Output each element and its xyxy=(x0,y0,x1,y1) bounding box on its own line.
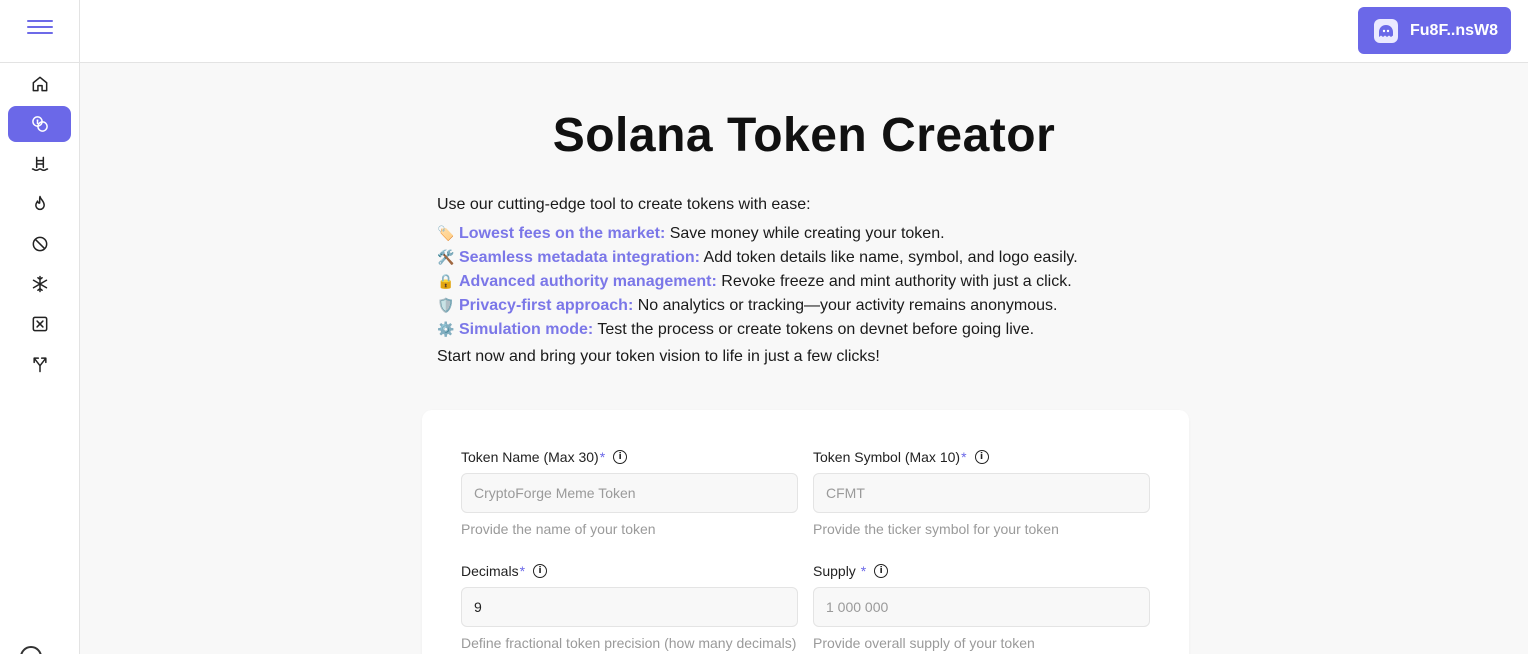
supply-input[interactable] xyxy=(813,587,1150,627)
home-icon xyxy=(32,76,47,92)
feature-item: 🛠️ Seamless metadata integration: Add tok… xyxy=(437,245,1157,269)
token-name-label: Token Name (Max 30) * i xyxy=(461,447,798,467)
feature-text: Revoke freeze and mint authority with ju… xyxy=(716,273,1072,290)
info-icon[interactable]: i xyxy=(613,450,628,464)
intro-section: Use our cutting-edge tool to create toke… xyxy=(437,193,1157,369)
feature-title: Simulation mode: xyxy=(459,321,594,338)
decimals-hint: Define fractional token precision (how m… xyxy=(461,635,797,651)
feature-item: 🏷️ Lowest fees on the market: Save money … xyxy=(437,221,1157,245)
token-name-input[interactable] xyxy=(461,473,798,513)
sidebar-item-home[interactable] xyxy=(8,66,71,102)
lock-icon: 🔒 xyxy=(437,273,455,289)
decimals-field: Decimals* i Define fractional token prec… xyxy=(461,561,798,653)
decimals-input[interactable] xyxy=(461,587,798,627)
feature-title: Seamless metadata integration: xyxy=(459,249,700,266)
decimals-label: Decimals * i xyxy=(461,561,798,581)
supply-field: Supply * i Provide overall supply of you… xyxy=(813,561,1150,653)
required-mark: * xyxy=(860,563,867,579)
info-icon[interactable]: i xyxy=(974,450,989,464)
gear-icon: ⚙️ xyxy=(437,321,455,337)
feature-title: Advanced authority management: xyxy=(459,273,717,290)
feature-text: No analytics or tracking—your activity r… xyxy=(633,297,1058,314)
pool-icon xyxy=(31,156,48,172)
outro-text: Start now and bring your token vision to… xyxy=(437,348,880,365)
sidebar xyxy=(0,0,80,654)
sidebar-item-close-account[interactable] xyxy=(8,306,71,342)
feature-title: Privacy-first approach: xyxy=(459,297,634,314)
required-mark: * xyxy=(961,449,967,465)
top-bar: Fu8F..nsW8 xyxy=(80,0,1528,63)
coins-icon xyxy=(31,116,48,132)
page-title: Solana Token Creator xyxy=(552,109,1056,162)
required-mark: * xyxy=(519,563,526,579)
feature-item: ⚙️ Simulation mode: Test the process or c… xyxy=(437,317,1157,341)
token-name-field: Token Name (Max 30)* i Provide the name … xyxy=(461,447,798,539)
feature-title: Lowest fees on the market: xyxy=(459,225,666,242)
token-symbol-label: Token Symbol (Max 10) * i xyxy=(813,447,1150,467)
snowflake-icon xyxy=(32,275,47,293)
tools-icon: 🛠️ xyxy=(437,249,455,265)
feature-text: Test the process or create tokens on dev… xyxy=(593,321,1035,338)
feature-text: Add token details like name, symbol, and… xyxy=(699,249,1078,266)
sidebar-item-multisender[interactable] xyxy=(8,346,71,382)
shield-icon: 🛡️ xyxy=(437,297,455,313)
wallet-button[interactable]: Fu8F..nsW8 xyxy=(1358,7,1511,54)
sidebar-item-token-creator[interactable] xyxy=(8,106,71,142)
token-symbol-hint: Provide the ticker symbol for your token xyxy=(813,521,1059,537)
box-x-icon xyxy=(32,316,47,332)
flame-icon xyxy=(34,195,45,211)
phantom-ghost-icon xyxy=(1374,18,1398,43)
intro-text: Use our cutting-edge tool to create toke… xyxy=(437,196,811,213)
token-form-card: Token Name (Max 30)* i Provide the name … xyxy=(422,410,1189,654)
ban-icon xyxy=(32,236,47,252)
info-icon[interactable]: i xyxy=(533,564,548,578)
sidebar-divider xyxy=(0,62,80,63)
feature-item: 🛡️ Privacy-first approach: No analytics o… xyxy=(437,293,1157,317)
supply-label: Supply * i xyxy=(813,561,1150,581)
required-mark: * xyxy=(599,449,606,465)
token-symbol-input[interactable] xyxy=(813,473,1150,513)
sidebar-item-freeze[interactable] xyxy=(8,266,71,302)
sidebar-item-revoke[interactable] xyxy=(8,226,71,262)
split-icon xyxy=(32,357,47,373)
sidebar-item-burn[interactable] xyxy=(8,186,71,222)
feature-item: 🔒 Advanced authority management: Revoke f… xyxy=(437,269,1157,293)
supply-hint: Provide overall supply of your token xyxy=(813,635,1035,651)
feature-text: Save money while creating your token. xyxy=(665,225,945,242)
token-name-hint: Provide the name of your token xyxy=(461,521,656,537)
sidebar-item-liquidity[interactable] xyxy=(8,146,71,182)
token-symbol-field: Token Symbol (Max 10)* i Provide the tic… xyxy=(813,447,1150,539)
info-icon[interactable]: i xyxy=(874,564,889,578)
wallet-address: Fu8F..nsW8 xyxy=(1410,21,1499,39)
avatar[interactable] xyxy=(20,646,42,654)
tag-icon: 🏷️ xyxy=(437,225,455,241)
hamburger-icon[interactable] xyxy=(27,20,53,38)
